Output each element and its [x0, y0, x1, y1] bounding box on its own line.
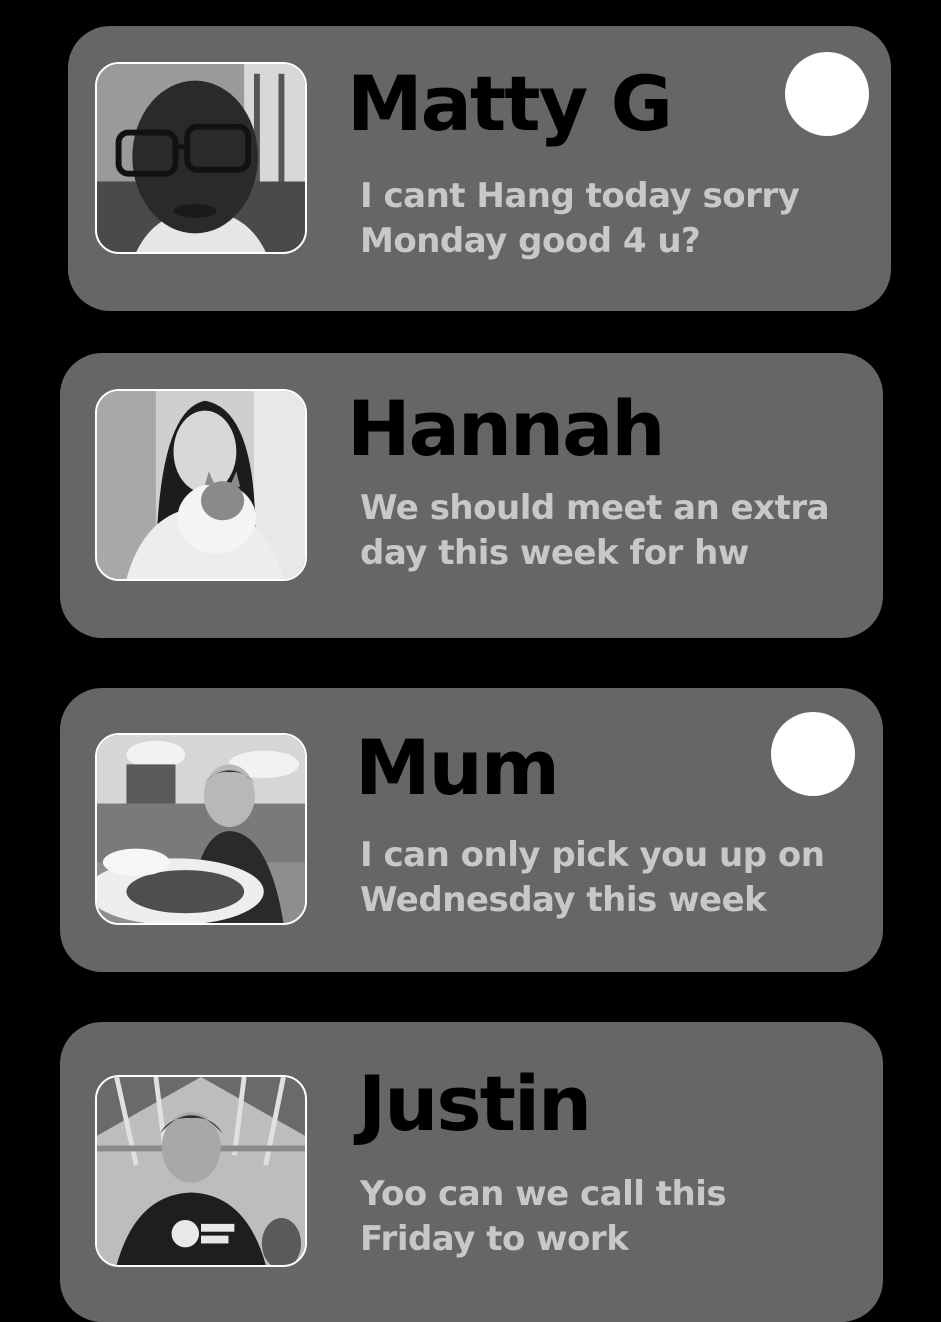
contact-name: Mum [355, 723, 560, 812]
message-preview-line-2: day this week for hw [360, 533, 749, 573]
conversation-card-hannah[interactable]: Hannah We should meet an extra day this … [60, 353, 883, 638]
message-preview-line-2: Wednesday this week [360, 880, 767, 920]
conversation-card-matty-g[interactable]: Matty G I cant Hang today sorry Monday g… [68, 26, 891, 311]
message-preview-line-1: I can only pick you up on [360, 835, 825, 875]
contact-name: Matty G [347, 59, 673, 148]
avatar [95, 389, 307, 581]
avatar [95, 62, 307, 254]
profile-photo-icon [97, 64, 305, 252]
message-preview-line-2: Friday to work [360, 1219, 629, 1259]
unread-indicator [771, 712, 855, 796]
profile-photo-icon [97, 391, 305, 579]
message-preview-line-1: I cant Hang today sorry [360, 176, 800, 216]
profile-photo-icon [97, 1077, 305, 1265]
contact-name: Hannah [347, 384, 665, 473]
message-preview-line-2: Monday good 4 u? [360, 221, 701, 261]
message-preview-line-1: Yoo can we call this [360, 1174, 727, 1214]
avatar [95, 1075, 307, 1267]
profile-photo-icon [97, 735, 305, 923]
contact-name: Justin [358, 1059, 592, 1148]
conversation-card-justin[interactable]: Justin Yoo can we call this Friday to wo… [60, 1022, 883, 1322]
avatar [95, 733, 307, 925]
message-preview-line-1: We should meet an extra [360, 488, 830, 528]
conversation-card-mum[interactable]: Mum I can only pick you up on Wednesday … [60, 688, 883, 972]
unread-indicator [785, 52, 869, 136]
